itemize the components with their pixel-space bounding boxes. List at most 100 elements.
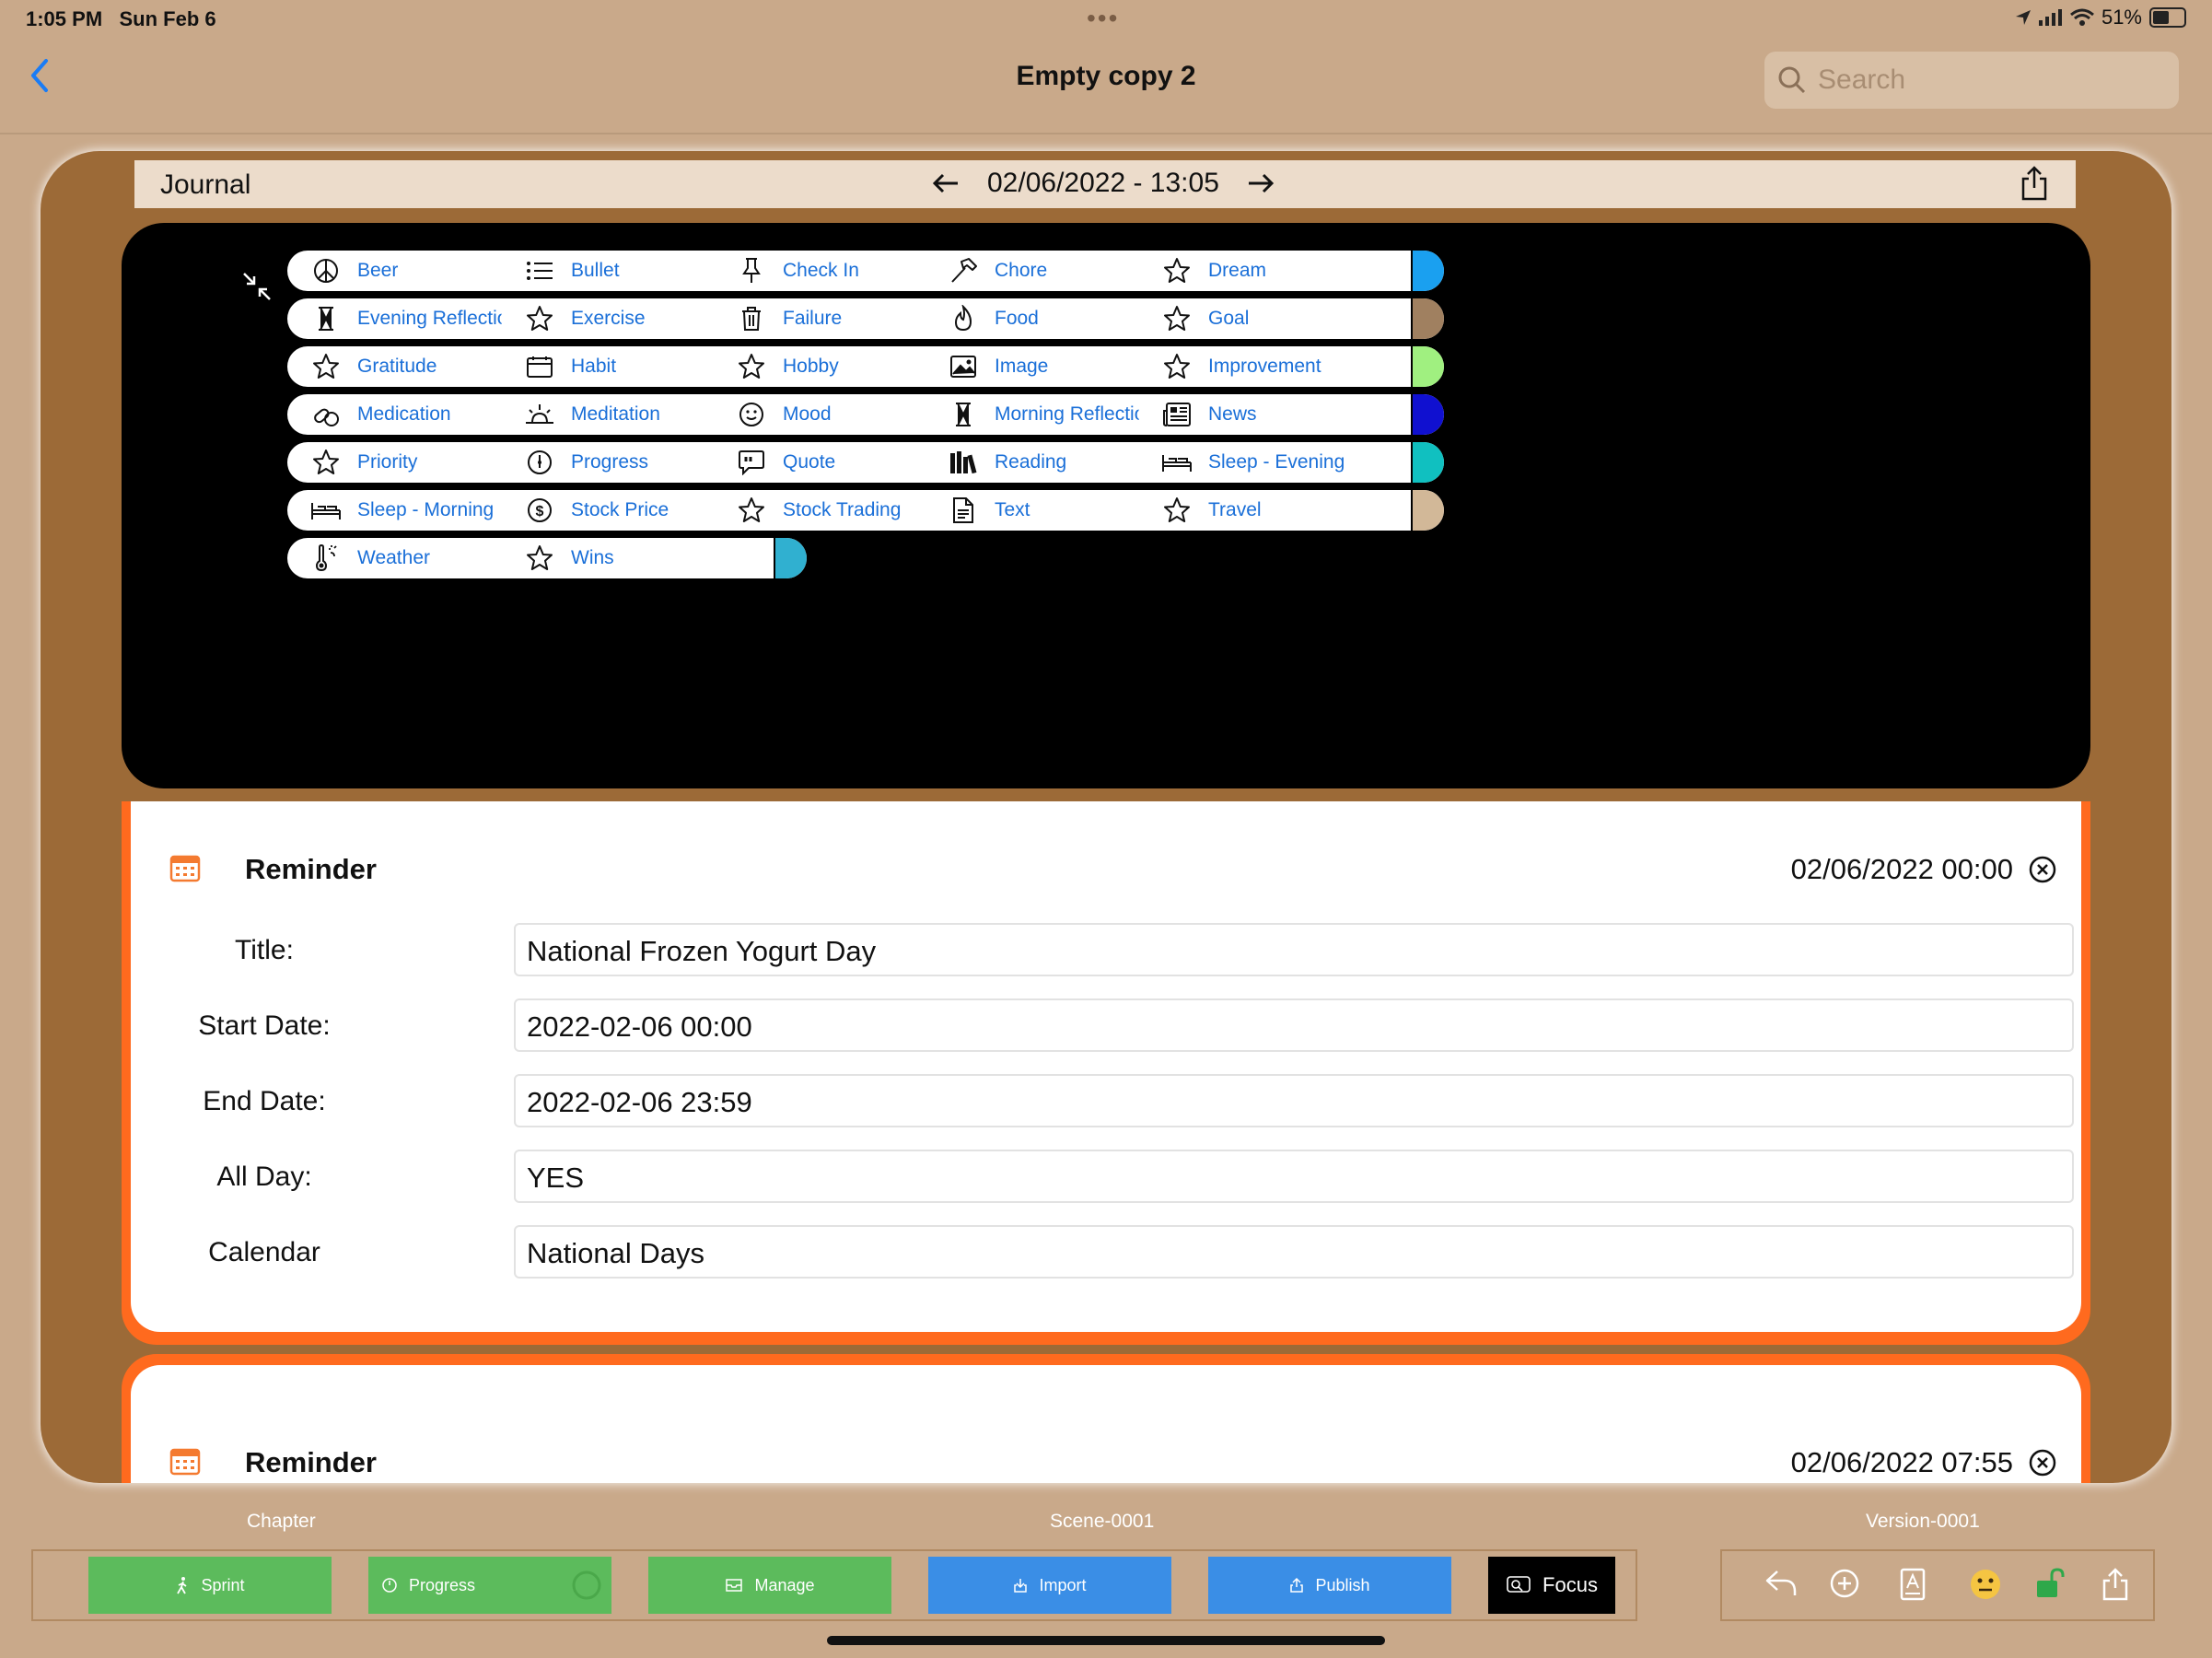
progress-button[interactable]: Progress [368, 1557, 611, 1614]
right-toolbar [1720, 1549, 2155, 1621]
neutral-face-icon[interactable] [1969, 1568, 2002, 1601]
battery-percent: 51% [2101, 6, 2142, 29]
category-label: Travel [1208, 499, 1262, 520]
list-icon [521, 260, 558, 282]
multitasking-dots[interactable]: ••• [1087, 4, 1119, 33]
share-button[interactable] [2020, 166, 2048, 205]
journal-datetime: 02/06/2022 - 13:05 [987, 168, 1219, 198]
walking-icon [177, 1577, 188, 1594]
star-icon [521, 305, 558, 333]
flame-icon [945, 305, 982, 333]
sprint-label: Sprint [201, 1575, 245, 1594]
import-button[interactable]: Import [928, 1557, 1171, 1614]
category-color-swatch [1411, 298, 1444, 339]
category-label: Dream [1208, 260, 1267, 281]
undo-icon[interactable] [1764, 1568, 1798, 1599]
publish-button[interactable]: Publish [1208, 1557, 1451, 1614]
close-circle-icon[interactable] [2028, 1448, 2057, 1477]
smiley-icon [733, 402, 770, 427]
category-chip-travel[interactable]: Travel [1138, 490, 1444, 531]
dollar-icon: $ [521, 497, 558, 523]
category-picker: Beer Bullet Check In Chore Dream Evening Refl… [122, 223, 2090, 788]
category-label: Improvement [1208, 356, 1321, 377]
journal-header: Journal 02/06/2022 - 13:05 [134, 160, 2076, 208]
version-label: Version-0001 [1866, 1511, 1980, 1532]
progress-ring-icon [572, 1570, 601, 1600]
date-navigator: 02/06/2022 - 13:05 [932, 168, 1275, 199]
home-indicator[interactable] [827, 1636, 1385, 1645]
field-row-title: Title: National Frozen Yogurt Day [131, 923, 2081, 980]
footer-labels: Chapter Scene-0001 Version-0001 [0, 1511, 2212, 1538]
search-input[interactable] [1816, 64, 2170, 97]
category-color-swatch [774, 538, 807, 578]
category-color-swatch [1411, 490, 1444, 531]
import-icon [1014, 1579, 1028, 1593]
status-date: Sun Feb 6 [119, 7, 216, 30]
category-label: Sleep - Evening [1208, 451, 1345, 473]
category-label: Goal [1208, 308, 1250, 329]
sunrise-icon [521, 403, 558, 426]
star-icon [1158, 496, 1195, 524]
field-row-all-day: All Day: YES [131, 1150, 2081, 1207]
search-icon [1778, 66, 1806, 94]
hourglass-icon [945, 402, 982, 427]
svg-text:$: $ [536, 504, 544, 520]
trash-icon [733, 306, 770, 332]
end-date-field[interactable]: 2022-02-06 23:59 [514, 1074, 2074, 1127]
share-icon[interactable] [2101, 1568, 2129, 1601]
star-icon [733, 353, 770, 380]
collapse-button[interactable] [241, 271, 273, 307]
journal-panel: Journal 02/06/2022 - 13:05 Beer Bullet Che… [41, 151, 2171, 1483]
category-chip-goal[interactable]: Goal [1138, 298, 1444, 339]
unlock-icon[interactable] [2035, 1568, 2065, 1599]
publish-label: Publish [1315, 1575, 1370, 1594]
search-bar[interactable] [1764, 52, 2179, 109]
category-color-swatch [1411, 346, 1444, 387]
calendar-field[interactable]: National Days [514, 1225, 2074, 1279]
arrow-right-icon[interactable] [1247, 172, 1275, 194]
field-row-calendar: Calendar National Days [131, 1225, 2081, 1282]
category-color-swatch [1411, 442, 1444, 483]
wifi-icon [2069, 8, 2094, 26]
category-chip-sleep-evening[interactable]: Sleep - Evening [1138, 442, 1444, 483]
star-icon [308, 353, 344, 380]
gauge-icon [521, 450, 558, 475]
focus-label: Focus [1543, 1573, 1598, 1596]
scene-label: Scene-0001 [1050, 1511, 1155, 1532]
books-icon [945, 450, 982, 475]
category-chip-wins[interactable]: Wins [501, 538, 807, 578]
tray-icon [726, 1579, 743, 1592]
reminder-title: Reminder [245, 1446, 377, 1478]
category-chip-improvement[interactable]: Improvement [1138, 346, 1444, 387]
title-field[interactable]: National Frozen Yogurt Day [514, 923, 2074, 976]
hourglass-icon [308, 306, 344, 332]
sprint-button[interactable]: Sprint [88, 1557, 332, 1614]
battery-icon [2149, 7, 2186, 28]
category-label: Wins [571, 547, 614, 568]
add-circle-icon[interactable] [1829, 1568, 1860, 1599]
star-icon [1158, 305, 1195, 333]
star-icon [308, 449, 344, 476]
start-date-field[interactable]: 2022-02-06 00:00 [514, 998, 2074, 1052]
progress-label: Progress [409, 1575, 476, 1594]
bed-icon [1158, 451, 1195, 473]
status-bar: 1:05 PM Sun Feb 6 ••• 51% [0, 0, 2212, 37]
bottom-toolbar: Sprint Progress Manage Import Publish Fo… [31, 1549, 1637, 1621]
category-label: News [1208, 403, 1257, 425]
field-row-start-date: Start Date: 2022-02-06 00:00 [131, 998, 2081, 1056]
field-label: Title: [235, 935, 294, 965]
category-chip-news[interactable]: News [1138, 394, 1444, 435]
photo-icon [945, 355, 982, 379]
close-circle-icon[interactable] [2028, 855, 2057, 884]
focus-button[interactable]: Focus [1488, 1557, 1615, 1614]
arrow-left-icon[interactable] [932, 172, 960, 194]
reminder-card: Reminder 02/06/2022 00:00 Title: Nationa… [122, 801, 2090, 1345]
category-chip-dream[interactable]: Dream [1138, 251, 1444, 291]
publish-icon [1290, 1577, 1304, 1593]
notebook-icon[interactable] [1899, 1568, 1927, 1601]
field-label: End Date: [203, 1086, 326, 1116]
all-day-field[interactable]: YES [514, 1150, 2074, 1203]
manage-button[interactable]: Manage [648, 1557, 891, 1614]
signal-icon [2038, 9, 2062, 26]
status-indicators: 51% [2015, 6, 2186, 29]
